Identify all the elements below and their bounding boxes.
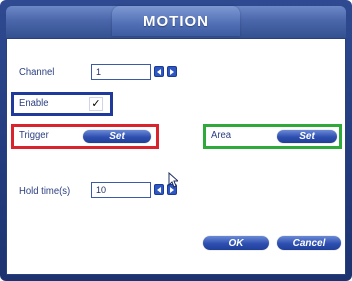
- title-tab: MOTION: [112, 6, 240, 36]
- channel-next-button[interactable]: [167, 66, 177, 77]
- checkmark-icon: ✓: [91, 98, 101, 110]
- trigger-set-button[interactable]: Set: [83, 130, 151, 143]
- ok-button[interactable]: OK: [203, 236, 269, 250]
- trigger-label: Trigger: [19, 130, 49, 141]
- dialog-content: Channel 1 Enable ✓ Trigger Set Area Set …: [6, 38, 346, 275]
- hold-time-label: Hold time(s): [19, 186, 71, 197]
- motion-dialog: MOTION Channel 1 Enable ✓ Trigger Set Ar…: [0, 0, 352, 281]
- step-right-icon: [170, 68, 174, 75]
- hold-time-prev-button[interactable]: [154, 184, 164, 195]
- enable-checkbox[interactable]: ✓: [89, 97, 103, 111]
- channel-label: Channel: [19, 67, 55, 78]
- channel-input[interactable]: 1: [91, 64, 151, 80]
- hold-time-input[interactable]: 10: [91, 182, 151, 198]
- step-left-icon: [157, 68, 161, 75]
- mouse-pointer-icon: [168, 172, 178, 188]
- step-left-icon: [157, 186, 161, 193]
- enable-label: Enable: [19, 98, 49, 109]
- cancel-button[interactable]: Cancel: [277, 236, 341, 250]
- dialog-title: MOTION: [143, 12, 209, 30]
- area-set-button[interactable]: Set: [277, 130, 337, 143]
- area-label: Area: [211, 130, 232, 141]
- channel-prev-button[interactable]: [154, 66, 164, 77]
